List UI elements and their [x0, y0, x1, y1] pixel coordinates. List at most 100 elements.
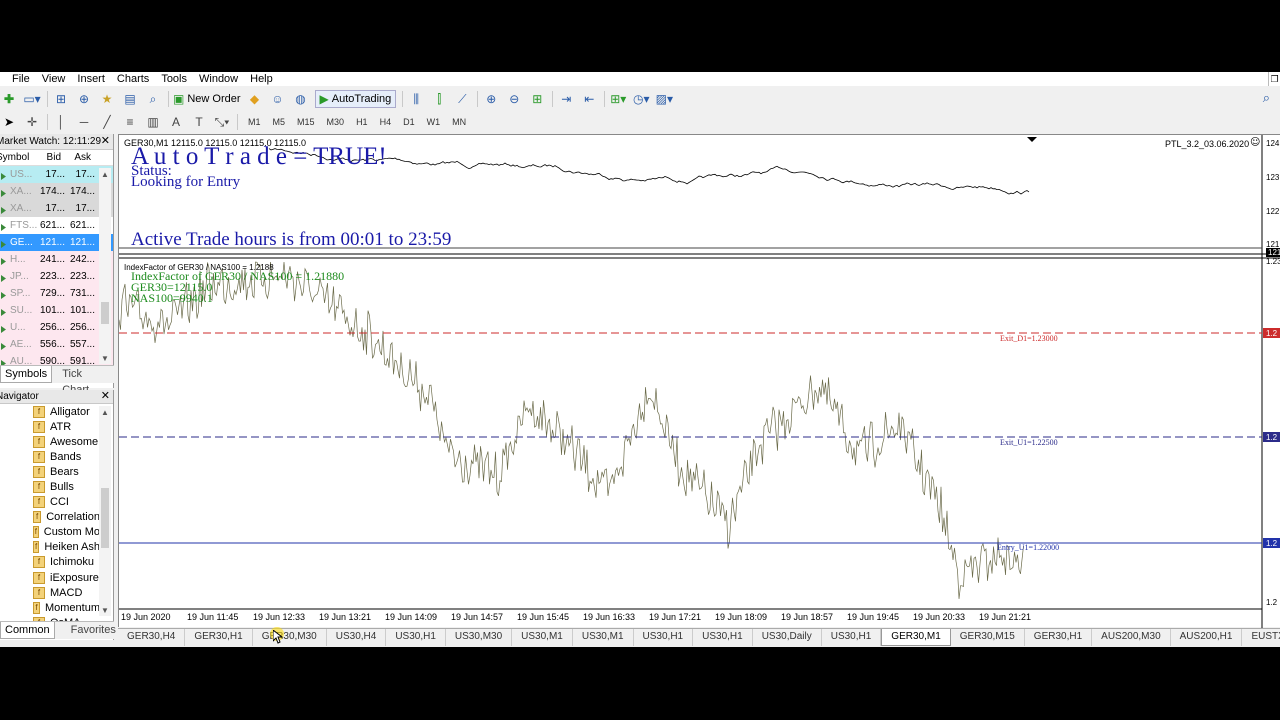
price-chart[interactable]: 1.2 1.2 1.2 — [119, 135, 1280, 628]
timeframe-d1[interactable]: D1 — [403, 117, 415, 127]
market-watch-row[interactable]: FTS... 621... 621... — [0, 217, 113, 234]
autotrading-button[interactable]: ▶ AutoTrading — [314, 90, 397, 108]
chart-tab[interactable]: US30,M30 — [446, 629, 513, 646]
navigator-item[interactable]: f CCI — [0, 495, 100, 510]
timeframe-m15[interactable]: M15 — [297, 117, 315, 127]
navigator-item[interactable]: f Bulls — [0, 479, 100, 494]
scroll-down-icon[interactable]: ▼ — [101, 354, 109, 363]
community-icon[interactable]: ☺ — [269, 90, 287, 108]
timeframe-m1[interactable]: M1 — [248, 117, 261, 127]
navigator-item[interactable]: f MACD — [0, 585, 100, 600]
new-order-button[interactable]: ▣ New Order — [173, 90, 241, 108]
terminal-icon[interactable]: ▤ — [121, 90, 139, 108]
timeframe-h4[interactable]: H4 — [380, 117, 392, 127]
navigator-item[interactable]: f Awesome — [0, 434, 100, 449]
channel-icon[interactable]: ≡ — [121, 113, 139, 131]
tile-windows-icon[interactable]: ⊞ — [528, 90, 546, 108]
text-label-icon[interactable]: T — [190, 113, 208, 131]
tab-common[interactable]: Common — [0, 622, 55, 639]
navigator-item[interactable]: f ATR — [0, 419, 100, 434]
strategy-tester-icon[interactable]: ⌕ — [144, 90, 162, 108]
text-icon[interactable]: A — [167, 113, 185, 131]
tab-tick-chart[interactable]: Tick Chart — [58, 366, 114, 396]
scroll-thumb[interactable] — [101, 302, 109, 324]
chart-tab[interactable]: EUSTX50,H1 — [1242, 629, 1280, 646]
fibonacci-icon[interactable]: ▥ — [144, 113, 162, 131]
templates-icon[interactable]: ▨▾ — [655, 90, 673, 108]
timeframe-m5[interactable]: M5 — [273, 117, 286, 127]
menu-charts[interactable]: Charts — [111, 72, 155, 86]
zoom-out-icon[interactable]: ⊖ — [505, 90, 523, 108]
navigator-item[interactable]: f Alligator — [0, 404, 100, 419]
market-watch-row[interactable]: SP... 729... 731... — [0, 285, 113, 302]
periods-icon[interactable]: ◷▾ — [632, 90, 650, 108]
column-header-ask[interactable]: Ask — [63, 150, 93, 165]
close-icon[interactable]: ✕ — [101, 134, 110, 149]
market-watch-row[interactable]: U... 256... 256... — [0, 319, 113, 336]
indicators-icon[interactable]: ⊞▾ — [609, 90, 627, 108]
chart-tab[interactable]: GER30,H1 — [1025, 629, 1093, 646]
chart-tab[interactable]: US30,Daily — [753, 629, 822, 646]
zoom-in-icon[interactable]: ⊕ — [482, 90, 500, 108]
navigator-item[interactable]: f Correlation — [0, 510, 100, 525]
new-chart-icon[interactable]: ✚ — [0, 90, 18, 108]
timeframe-w1[interactable]: W1 — [427, 117, 441, 127]
market-watch-row[interactable]: JP... 223... 223... — [0, 268, 113, 285]
trendline-icon[interactable]: ╱ — [98, 113, 116, 131]
navigator-item[interactable]: f Custom Mo — [0, 525, 100, 540]
navigator-item[interactable]: f Bears — [0, 464, 100, 479]
chart-window[interactable]: 1.2 1.2 1.2 GER30,M1 12115.0 12115.0 12115… — [118, 134, 1280, 628]
market-watch-row[interactable]: H... 241... 242... — [0, 251, 113, 268]
data-window-icon[interactable]: ⊕ — [75, 90, 93, 108]
column-header-symbol[interactable]: Symbol — [0, 150, 33, 165]
market-watch-scrollbar[interactable]: ▲ ▼ — [99, 168, 111, 364]
navigator-icon[interactable]: ★ — [98, 90, 116, 108]
menu-insert[interactable]: Insert — [71, 72, 111, 86]
menu-tools[interactable]: Tools — [155, 72, 193, 86]
chart-tab[interactable]: US30,M1 — [573, 629, 634, 646]
navigator-item[interactable]: f iExposure — [0, 570, 100, 585]
tab-favorites[interactable]: Favorites — [67, 622, 120, 639]
vertical-line-icon[interactable]: │ — [52, 113, 70, 131]
market-watch-row[interactable]: US... 17... 17... — [0, 166, 113, 183]
chart-tab[interactable]: US30,H1 — [634, 629, 694, 646]
timeframe-m30[interactable]: M30 — [327, 117, 345, 127]
market-watch-row[interactable]: XA... 17... 17... — [0, 200, 113, 217]
market-watch-row[interactable]: GE... 121... 121... — [0, 234, 113, 251]
line-chart-icon[interactable]: ⟋ — [453, 90, 471, 108]
market-watch-row[interactable]: AE... 556... 557... — [0, 336, 113, 353]
chart-tab[interactable]: US30,H1 — [386, 629, 446, 646]
chart-tab[interactable]: GER30,H4 — [118, 629, 186, 646]
close-icon[interactable]: ✕ — [101, 390, 110, 403]
chart-tab[interactable]: GER30,M1 — [881, 629, 951, 646]
chart-tab[interactable]: AUS200,H1 — [1171, 629, 1243, 646]
signals-icon[interactable]: ◍ — [292, 90, 310, 108]
navigator-item[interactable]: f Bands — [0, 449, 100, 464]
candlestick-icon[interactable]: ⫿ — [430, 90, 448, 108]
navigator-scrollbar[interactable]: ▲ ▼ — [99, 406, 111, 616]
horizontal-line-icon[interactable]: ─ — [75, 113, 93, 131]
scroll-up-icon[interactable]: ▲ — [101, 408, 109, 417]
menu-file[interactable]: File — [0, 72, 36, 86]
chart-tab[interactable]: GER30,M15 — [951, 629, 1025, 646]
timeframe-h1[interactable]: H1 — [356, 117, 368, 127]
chart-tab[interactable]: US30,H1 — [693, 629, 753, 646]
menu-view[interactable]: View — [36, 72, 72, 86]
navigator-item[interactable]: f Ichimoku — [0, 555, 100, 570]
arrows-icon[interactable]: ⤡▾ — [213, 113, 231, 131]
crosshair-icon[interactable]: ✛ — [23, 113, 41, 131]
chart-tab[interactable]: US30,H4 — [327, 629, 387, 646]
menu-help[interactable]: Help — [244, 72, 279, 86]
market-watch-icon[interactable]: ⊞ — [52, 90, 70, 108]
scroll-up-icon[interactable]: ▲ — [101, 170, 109, 179]
tab-symbols[interactable]: Symbols — [0, 366, 53, 383]
metaeditor-icon[interactable]: ◆ — [246, 90, 264, 108]
chart-tab[interactable]: AUS200,M30 — [1092, 629, 1171, 646]
restore-icon[interactable]: ❐ — [1268, 72, 1280, 86]
chart-tab[interactable]: US30,H1 — [822, 629, 882, 646]
market-watch-row[interactable]: SU... 101... 101... — [0, 302, 113, 319]
auto-scroll-icon[interactable]: ⇥ — [557, 90, 575, 108]
profiles-icon[interactable]: ▭▾ — [23, 90, 41, 108]
search-icon[interactable]: ⌕ — [1263, 90, 1270, 106]
scroll-thumb[interactable] — [101, 488, 109, 548]
